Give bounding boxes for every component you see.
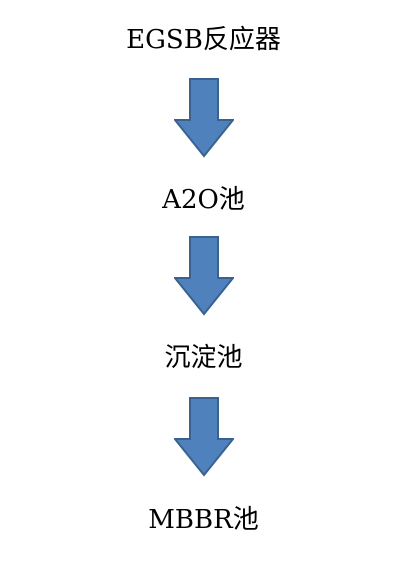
down-arrow-icon bbox=[174, 78, 234, 158]
stage-mbbr-tank: MBBR池 bbox=[148, 505, 259, 535]
down-arrow-icon bbox=[174, 236, 234, 316]
down-arrow-icon bbox=[174, 397, 234, 477]
stage-egsb-reactor: EGSB反应器 bbox=[126, 25, 281, 55]
process-flow-diagram: EGSB反应器 A2O池 沉淀池 MBBR池 bbox=[0, 0, 407, 561]
stage-a2o-tank: A2O池 bbox=[162, 185, 245, 215]
stage-sedimentation-tank: 沉淀池 bbox=[164, 343, 243, 373]
